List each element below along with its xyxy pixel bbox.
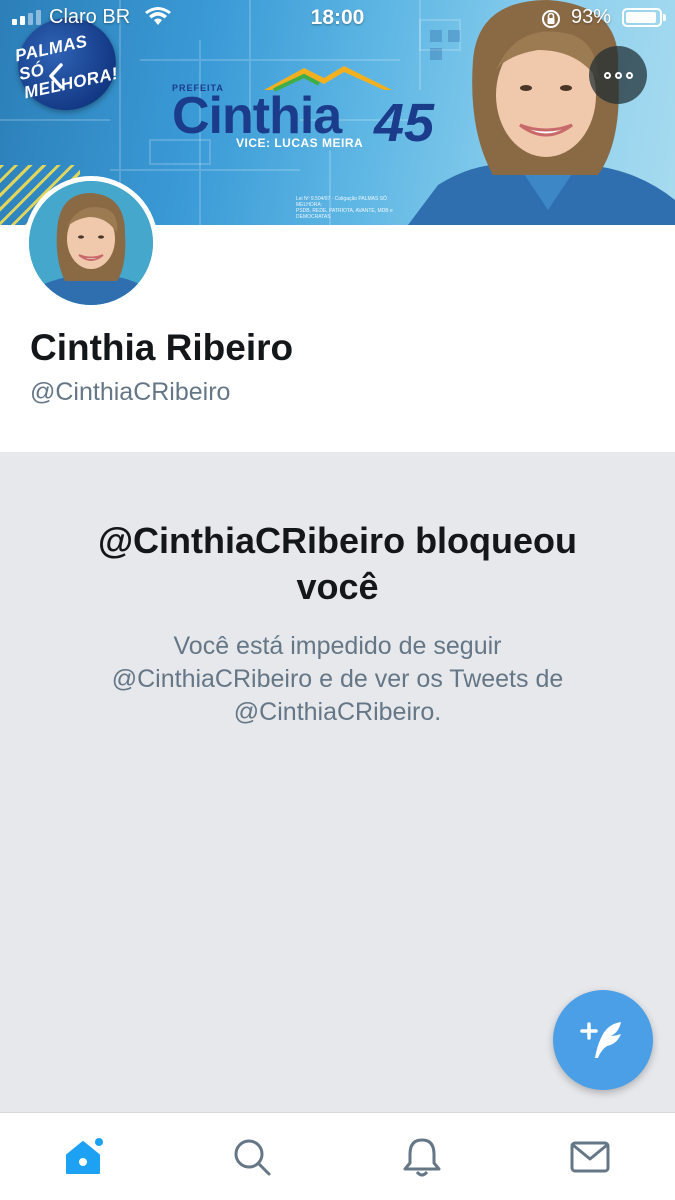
tab-messages[interactable]	[506, 1113, 674, 1200]
profile-avatar[interactable]	[24, 176, 158, 310]
legal-line-1: Lei Nº 9.504/97 - Coligação PALMAS SÓ ME…	[296, 196, 387, 208]
tab-search[interactable]	[168, 1113, 336, 1200]
tab-home[interactable]	[0, 1113, 168, 1200]
chevron-left-icon	[49, 63, 63, 89]
bottom-tab-bar	[0, 1112, 675, 1200]
home-icon	[66, 1138, 103, 1174]
messages-envelope-icon	[570, 1141, 610, 1173]
more-dot	[614, 71, 622, 79]
orientation-lock-icon	[542, 10, 560, 28]
battery-level-fill	[626, 12, 656, 23]
blocked-title-line-2: você	[296, 566, 379, 607]
profile-handle: @CinthiaCRibeiro	[30, 378, 231, 406]
blocked-desc-line-2: @CinthiaCRibeiro e de ver os Tweets de	[111, 665, 564, 693]
battery-percentage: 93%	[571, 6, 612, 28]
compose-tweet-icon	[580, 1022, 621, 1058]
more-options-button[interactable]	[589, 46, 647, 104]
search-icon	[234, 1139, 271, 1176]
blocked-desc-line-1: Você está impedido de seguir	[173, 632, 502, 660]
blocked-title: @CinthiaCRibeiro bloqueou você	[40, 518, 635, 610]
legal-line-2: PSDB, REDE, PATRIOTA, AVANTE, MDB e DEMO…	[296, 208, 393, 220]
compose-tweet-button[interactable]	[553, 990, 653, 1090]
blocked-title-line-1: @CinthiaCRibeiro bloqueou	[97, 520, 578, 561]
status-bar: Claro BR 18:00 93%	[0, 0, 675, 38]
notifications-bell-icon	[403, 1138, 441, 1177]
battery-tip	[663, 14, 666, 21]
more-dots-icon	[603, 71, 611, 79]
blocked-description: Você está impedido de seguir @CinthiaCRi…	[60, 630, 615, 729]
legal-disclaimer: Lei Nº 9.504/97 - Coligação PALMAS SÓ ME…	[296, 196, 406, 220]
profile-display-name: Cinthia Ribeiro	[30, 327, 294, 368]
avatar-photo	[29, 181, 153, 305]
logo-vice-candidate: VICE: LUCAS MEIRA	[236, 136, 364, 150]
blocked-desc-line-3: @CinthiaCRibeiro.	[233, 698, 442, 726]
battery-icon	[622, 8, 662, 27]
more-dot	[625, 71, 633, 79]
back-button[interactable]	[38, 58, 74, 94]
tab-notifications[interactable]	[338, 1113, 506, 1200]
